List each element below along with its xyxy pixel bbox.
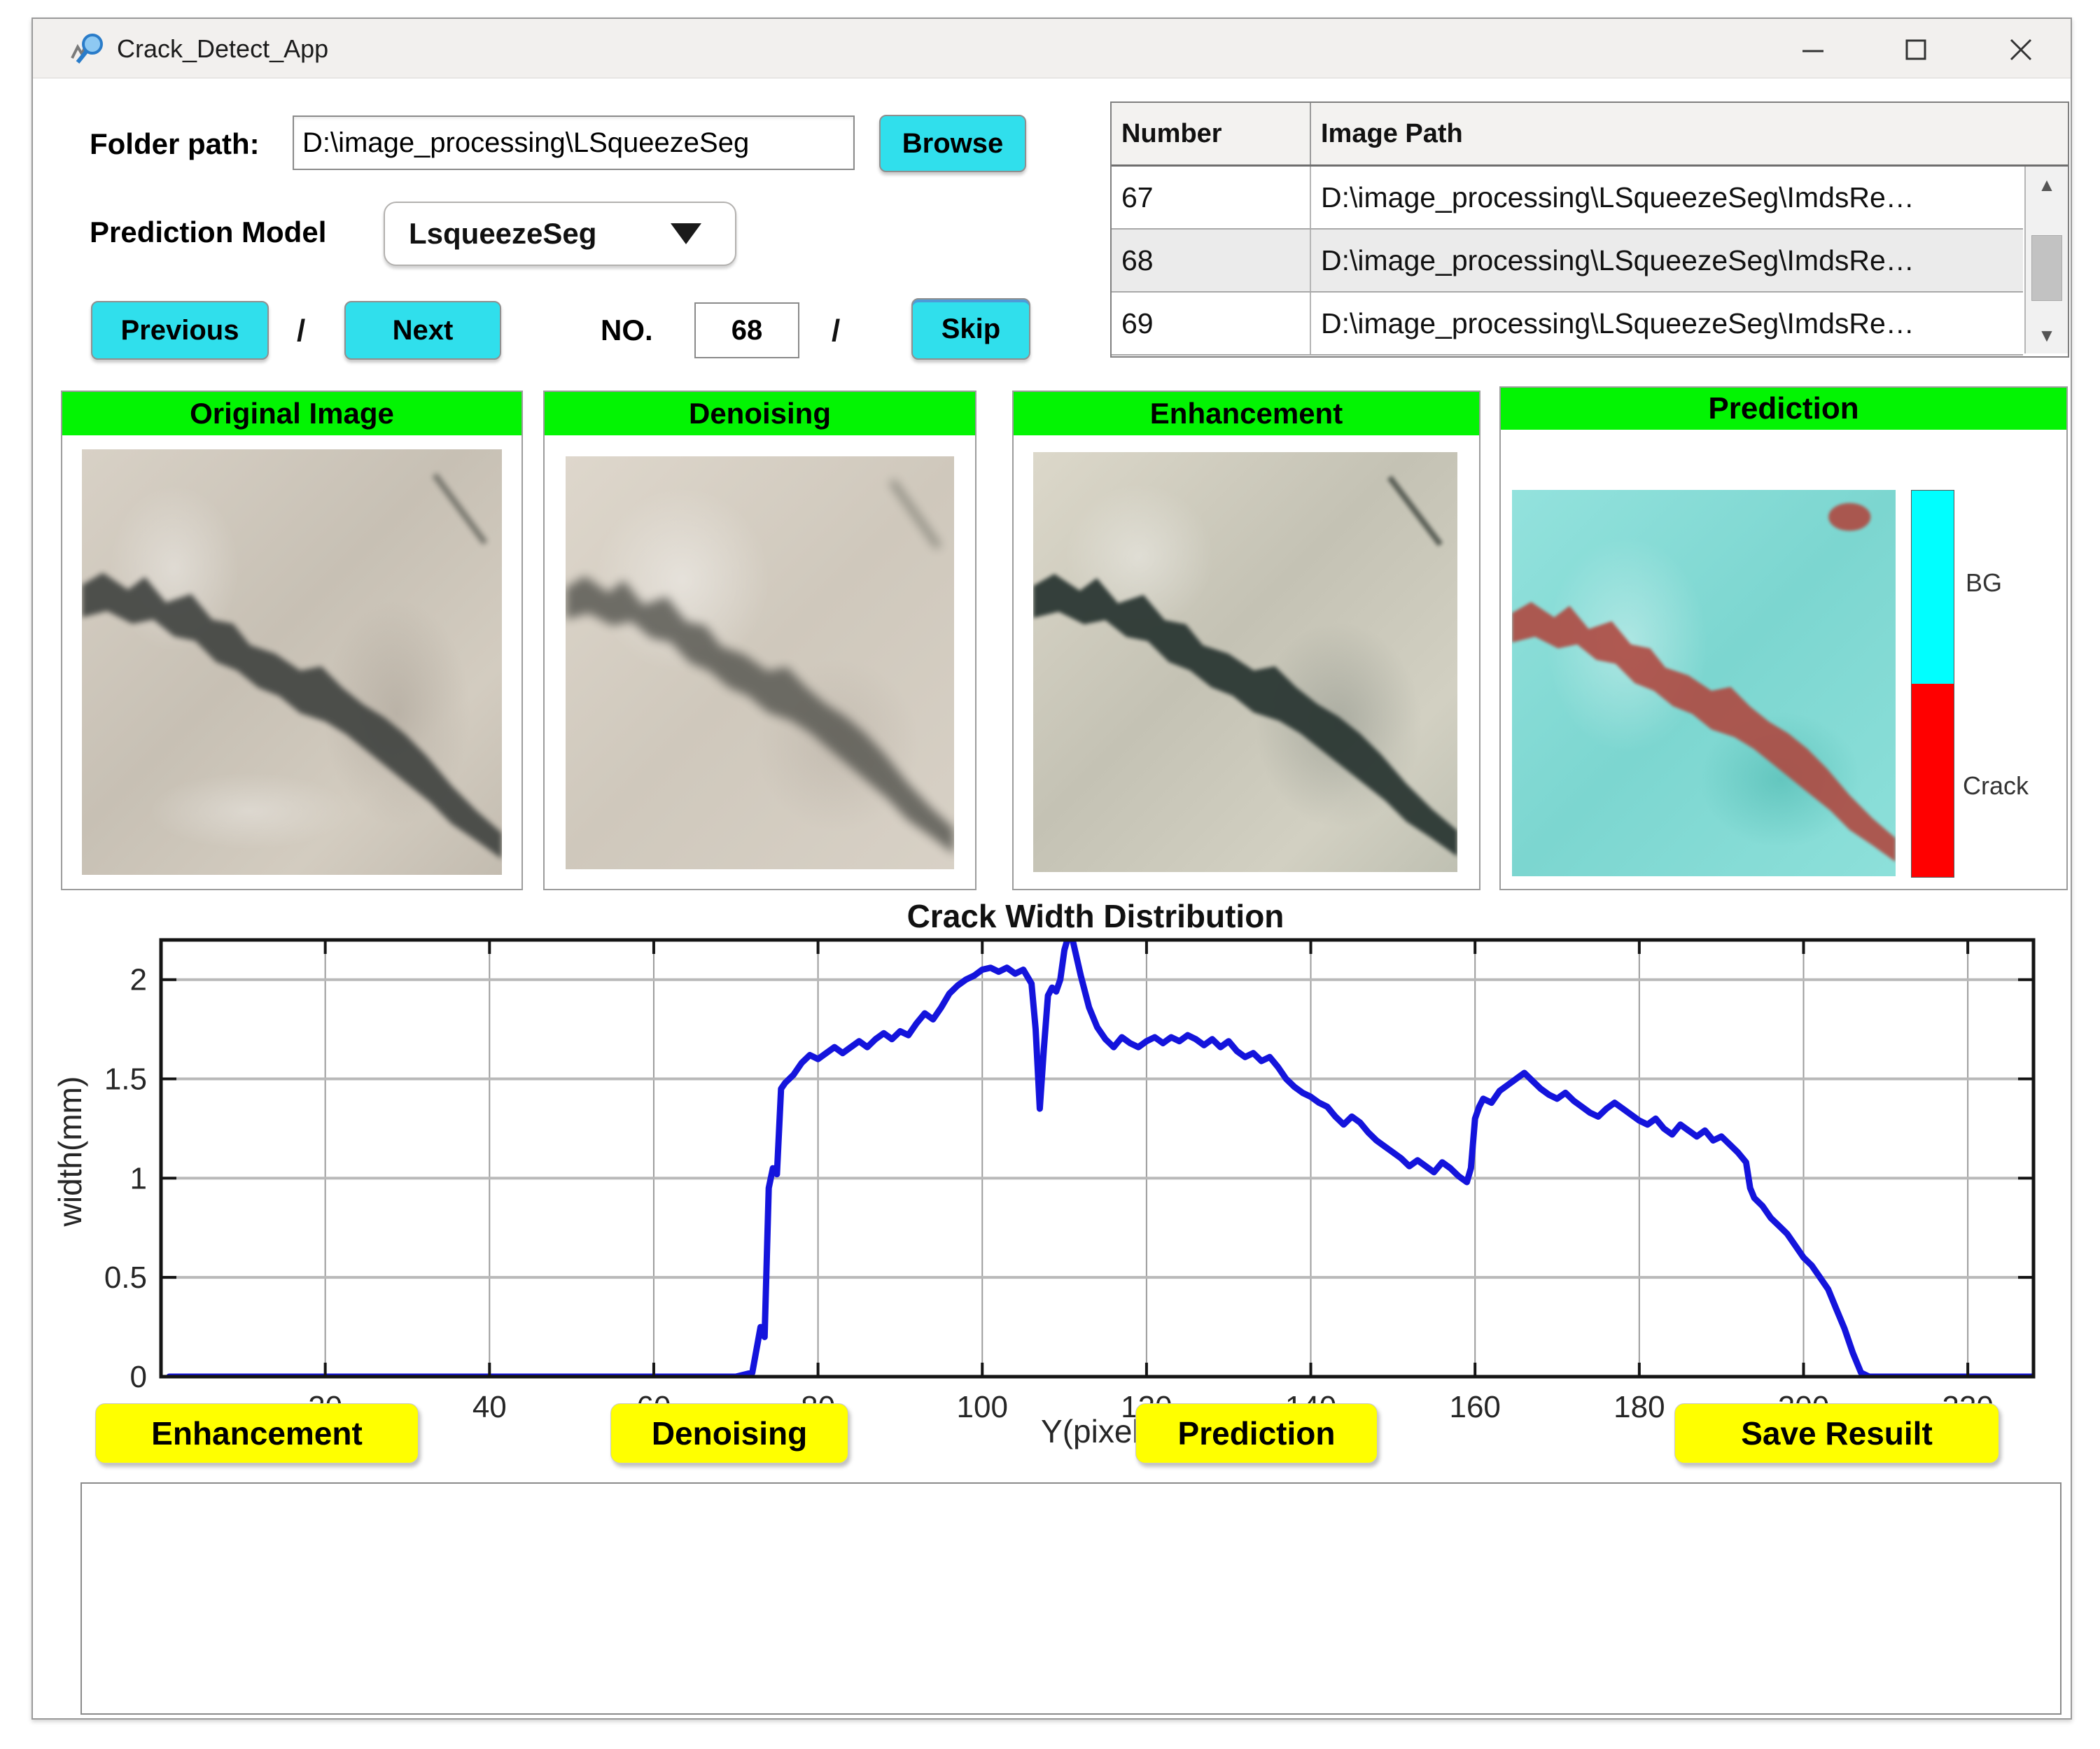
original-image: [82, 449, 502, 875]
table-scrollbar[interactable]: ▲ ▼: [2024, 167, 2068, 353]
table-row[interactable]: 69 D:\image_processing\LSqueezeSeg\ImdsR…: [1112, 293, 2023, 356]
next-button[interactable]: Next: [344, 301, 501, 360]
legend-bg-label: BG: [1966, 568, 2002, 598]
screenshot-root: Crack_Detect_App Folder path: Browse Pre…: [0, 0, 2100, 1749]
folder-path-input[interactable]: [293, 115, 855, 170]
title-bar: Crack_Detect_App: [33, 19, 2071, 78]
svg-text:1.5: 1.5: [104, 1062, 147, 1097]
colorbar-crack-segment: [1912, 684, 1954, 877]
close-button[interactable]: [1987, 31, 2054, 68]
scrollbar-thumb[interactable]: [2031, 235, 2062, 301]
panel-prediction-title: Prediction: [1501, 388, 2066, 430]
panel-enhancement: Enhancement: [1012, 391, 1480, 890]
panel-original-title: Original Image: [62, 392, 522, 435]
enhancement-image: [1033, 452, 1457, 872]
svg-text:1: 1: [130, 1161, 147, 1195]
save-result-button[interactable]: Save Resuilt: [1674, 1403, 1999, 1463]
prediction-image: [1512, 490, 1896, 876]
maximize-button[interactable]: [1882, 31, 1949, 68]
scroll-up-icon[interactable]: ▲: [2026, 167, 2068, 203]
minimize-button[interactable]: [1779, 31, 1847, 68]
cell-number[interactable]: 69: [1112, 293, 1311, 354]
enhancement-button[interactable]: Enhancement: [95, 1403, 419, 1463]
no-label: NO.: [601, 314, 653, 347]
prediction-button[interactable]: Prediction: [1135, 1403, 1378, 1463]
crack-shape: [1033, 452, 1457, 872]
denoising-image: [566, 456, 954, 869]
cell-number[interactable]: 67: [1112, 167, 1311, 228]
panel-denoising-title: Denoising: [545, 392, 975, 435]
cell-image-path[interactable]: D:\image_processing\LSqueezeSeg\ImdsRe…: [1311, 230, 2023, 291]
table-row[interactable]: 68 D:\image_processing\LSqueezeSeg\ImdsR…: [1112, 230, 2023, 293]
legend-crack-label: Crack: [1963, 771, 2029, 801]
colorbar-bg-segment: [1912, 491, 1954, 684]
file-table: Number Image Path 67 D:\image_processing…: [1110, 101, 2069, 358]
minimize-icon: [1799, 36, 1827, 64]
image-number-field[interactable]: [694, 302, 799, 358]
close-icon: [2005, 34, 2036, 65]
crack-mask: [1512, 490, 1896, 876]
crack-shape: [82, 449, 502, 875]
svg-text:2: 2: [130, 963, 147, 997]
table-row[interactable]: 67 D:\image_processing\LSqueezeSeg\ImdsR…: [1112, 167, 2023, 230]
crack-shape: [566, 456, 954, 869]
prediction-model-dropdown[interactable]: LsqueezeSeg: [384, 202, 736, 266]
svg-text:0.5: 0.5: [104, 1260, 147, 1295]
column-header-number[interactable]: Number: [1112, 103, 1311, 164]
prediction-model-label: Prediction Model: [90, 216, 326, 249]
cell-image-path[interactable]: D:\image_processing\LSqueezeSeg\ImdsRe…: [1311, 293, 2023, 354]
results-panel: maximum_width 2.75 mm minimum_width 0.12…: [80, 1482, 2062, 1715]
crack-width-chart: 2040608010012014016018020022000.511.52: [42, 908, 2072, 1440]
svg-text:100: 100: [957, 1390, 1008, 1424]
previous-button[interactable]: Previous: [91, 301, 269, 360]
cell-number[interactable]: 68: [1112, 230, 1311, 291]
app-icon: [69, 30, 106, 66]
browse-button[interactable]: Browse: [879, 115, 1026, 172]
panel-original-image: Original Image: [61, 391, 523, 890]
svg-text:0: 0: [130, 1360, 147, 1394]
scroll-down-icon[interactable]: ▼: [2026, 317, 2068, 353]
skip-button[interactable]: Skip: [911, 298, 1030, 360]
folder-path-label: Folder path:: [90, 127, 260, 161]
denoising-button[interactable]: Denoising: [610, 1403, 848, 1463]
window-title: Crack_Detect_App: [117, 34, 328, 64]
svg-text:160: 160: [1449, 1390, 1500, 1424]
chevron-down-icon: [671, 223, 701, 244]
panel-prediction: Prediction BG Crack: [1499, 386, 2068, 890]
separator-slash-2: /: [832, 314, 840, 349]
maximize-icon: [1902, 36, 1930, 64]
file-table-header: Number Image Path: [1112, 103, 2068, 167]
cell-image-path[interactable]: D:\image_processing\LSqueezeSeg\ImdsRe…: [1311, 167, 2023, 228]
svg-text:40: 40: [472, 1390, 507, 1424]
prediction-model-value: LsqueezeSeg: [409, 217, 596, 251]
column-header-image-path[interactable]: Image Path: [1311, 103, 2068, 164]
panel-denoising: Denoising: [543, 391, 976, 890]
separator-slash-1: /: [297, 314, 305, 349]
prediction-colorbar: [1911, 490, 1954, 878]
svg-text:180: 180: [1614, 1390, 1665, 1424]
panel-enhancement-title: Enhancement: [1014, 392, 1479, 435]
